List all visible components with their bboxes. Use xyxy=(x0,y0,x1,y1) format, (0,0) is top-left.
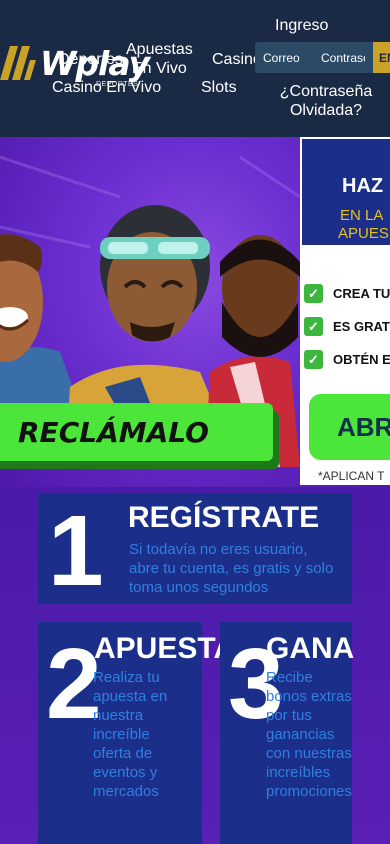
login-heading: Ingreso xyxy=(275,17,329,34)
checkmark-icon: ✓ xyxy=(304,317,323,336)
claim-button-label: RECLÁMALO xyxy=(18,415,209,449)
list-item: ✓ CREA TU xyxy=(304,277,390,310)
promo-subtitle-line2: APUES xyxy=(338,225,389,242)
nav-apuestas-line1: Apuestas xyxy=(126,41,193,58)
signup-promo-panel: HAZ EN LA APUES ✓ CREA TU ✓ ES GRAT ✓ OB… xyxy=(300,137,390,485)
logo-stripes-icon xyxy=(0,46,36,80)
step-description: Si todavía no eres usuario, abre tu cuen… xyxy=(129,541,334,596)
list-item: ✓ ES GRAT xyxy=(304,310,390,343)
nav-slots[interactable]: Slots xyxy=(201,78,237,97)
step-card-win: 3 GANA Recibe bonos extras por tus ganan… xyxy=(220,622,355,844)
password-field[interactable] xyxy=(315,42,373,73)
benefit-label: ES GRAT xyxy=(333,319,390,334)
open-account-button[interactable]: ABR xyxy=(309,394,390,460)
step-title: APUESTA xyxy=(94,632,236,665)
benefit-label: CREA TU xyxy=(333,286,390,301)
claim-button[interactable]: RECLÁMALO xyxy=(0,403,273,461)
list-item: ✓ OBTÉN E xyxy=(304,343,390,376)
checkmark-icon: ✓ xyxy=(304,350,323,369)
step-number: 1 xyxy=(48,495,104,607)
forgot-password-link[interactable]: ¿Contraseña Olvidada? xyxy=(276,82,376,120)
benefit-label: OBTÉN E xyxy=(333,352,390,367)
nav-apuestas-en-vivo[interactable]: Apuestas En Vivo xyxy=(126,40,193,78)
login-form: ENTRAR xyxy=(255,42,390,73)
step-title: GANA xyxy=(266,632,355,665)
terms-note: *APLICAN T xyxy=(318,469,385,483)
nav-casino-en-vivo[interactable]: Casino En Vivo xyxy=(52,78,161,97)
step-description: Recibe bonos extras por tus ganancias co… xyxy=(266,669,352,800)
promo-title: HAZ xyxy=(342,175,384,197)
site-header: Wplay DEPORTES Deportes Apuestas En Vivo… xyxy=(0,0,390,137)
nav-apuestas-line2: En Vivo xyxy=(131,60,187,77)
step-card-bet: 2 APUESTA Realiza tu apuesta en nuestra … xyxy=(38,622,235,844)
step-card-register: 1 REGÍSTRATE Si todavía no eres usuario,… xyxy=(38,493,352,604)
step-description: Realiza tu apuesta en nuestra increíble … xyxy=(93,669,168,800)
login-submit-button[interactable]: ENTRAR xyxy=(373,42,390,73)
promo-benefits-list: ✓ CREA TU ✓ ES GRAT ✓ OBTÉN E xyxy=(304,277,390,376)
open-account-button-label: ABR xyxy=(337,411,390,442)
promo-subtitle-line1: EN LA xyxy=(340,207,384,224)
step-title: REGÍSTRATE xyxy=(128,501,320,534)
promo-header: HAZ EN LA APUES xyxy=(300,137,390,247)
email-field[interactable] xyxy=(255,42,315,73)
nav-deportes[interactable]: Deportes xyxy=(58,50,123,69)
checkmark-icon: ✓ xyxy=(304,284,323,303)
